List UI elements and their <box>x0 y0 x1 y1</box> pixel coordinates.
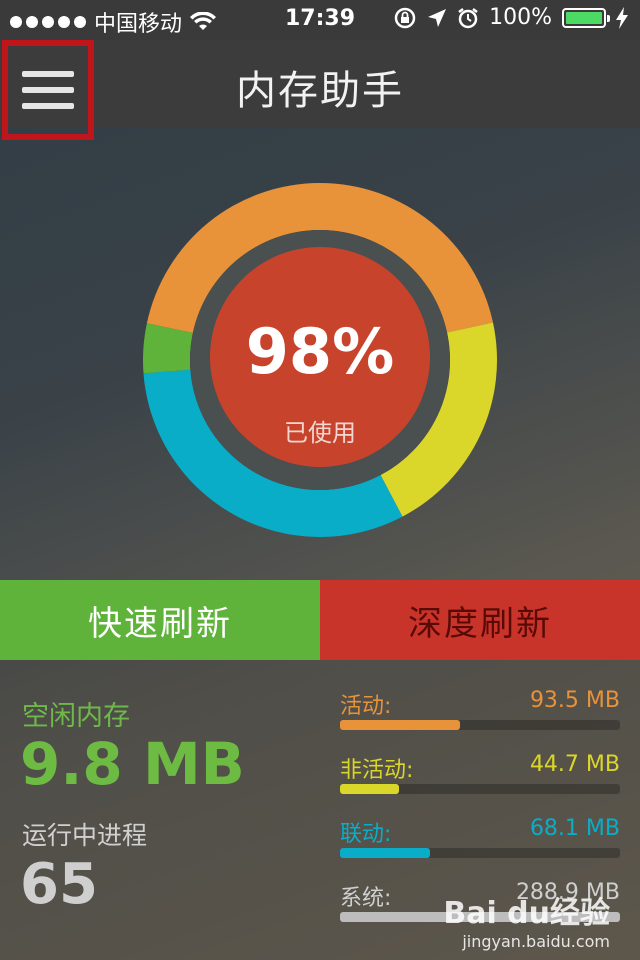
free-memory-label: 空闲内存 <box>22 701 130 732</box>
battery-percent: 100% <box>489 5 552 30</box>
watermark-logo: Bai du经验 <box>443 896 610 931</box>
stat-bar-track <box>340 784 620 794</box>
usage-caption: 已使用 <box>284 419 356 447</box>
stat-bar-fill <box>340 784 399 794</box>
process-count-label: 运行中进程 <box>22 821 148 850</box>
stat-label: 活动: <box>340 694 392 719</box>
usage-percent: 98% <box>245 315 395 388</box>
stat-value: 44.7 MB <box>529 752 620 777</box>
stat-bar-track <box>340 848 620 858</box>
stat-bar-track <box>340 720 620 730</box>
battery-icon <box>562 7 610 28</box>
charging-icon <box>616 6 628 29</box>
baidu-watermark: Bai du经验 jingyan.baidu.com <box>443 888 610 951</box>
page-title: 内存助手 <box>236 68 404 114</box>
stat-label: 系统: <box>340 886 392 911</box>
quick-refresh-button[interactable]: 快速刷新 <box>0 580 320 660</box>
status-right: 100% <box>393 5 628 30</box>
stat-label: 联动: <box>340 822 392 847</box>
stat-value: 93.5 MB <box>529 688 620 713</box>
watermark-site: jingyan.baidu.com <box>462 932 610 951</box>
stat-label: 非活动: <box>340 758 414 783</box>
stat-value: 68.1 MB <box>529 816 620 841</box>
status-bar: 中国移动 17:39 100% <box>0 0 640 40</box>
alarm-icon <box>458 7 478 28</box>
free-memory-value: 9.8 MB <box>20 730 245 798</box>
usage-center: 98% 已使用 <box>210 247 430 467</box>
deep-refresh-button[interactable]: 深度刷新 <box>320 580 640 660</box>
stat-bar-fill <box>340 848 430 858</box>
location-icon <box>428 8 447 27</box>
stat-bar-fill <box>340 720 461 730</box>
nav-bar: 内存助手 <box>0 40 640 140</box>
rotation-lock-icon <box>394 7 416 28</box>
process-count-value: 65 <box>20 852 98 917</box>
